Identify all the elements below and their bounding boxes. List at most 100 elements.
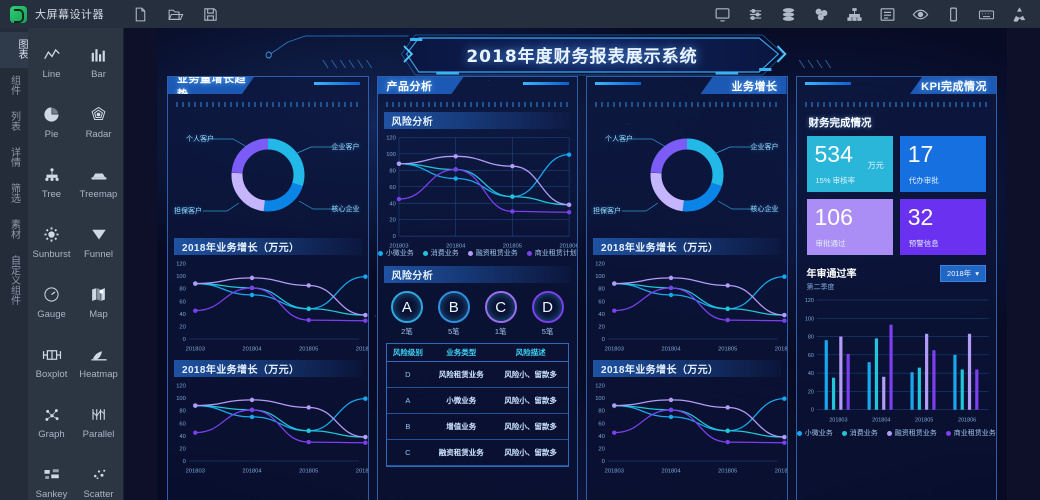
legend-label: 商业租赁计划 [534,250,577,257]
header-accent [595,82,641,85]
legend-item-3[interactable]: 商业租赁计划 [526,248,577,258]
risk-circle-b[interactable]: B 5笔 [437,291,470,337]
recycle-icon[interactable] [1011,6,1028,23]
keyboard-icon[interactable] [978,6,995,23]
kpi-card-1[interactable]: 17 代办审批 [899,136,986,192]
sliders-icon[interactable] [747,6,764,23]
table-cell: 风险小、留款多 [493,439,568,466]
toolbar-right-icons [714,6,1040,23]
palette-item-treemap[interactable]: Treemap [75,152,122,212]
legend-item-2[interactable]: 融资租赁业务 [467,248,518,258]
sidebar-tab-0[interactable]: 图表 [0,32,28,68]
line-chart-svg: 0 20 40 60 80 100 120 201803 201804 201805 201806 [176,383,368,475]
pass-rate-title: 年审通过率 [806,269,857,280]
svg-text:120: 120 [595,261,605,267]
table-cell: 风险小、留款多 [493,387,568,414]
svg-text:20: 20 [179,446,185,452]
line-chart-svg: 0 20 40 60 80 100 120 201803 201804 201805 201806 [595,261,787,353]
palette-item-graph[interactable]: Graph [28,392,75,452]
risk-circle-caption: 5笔 [541,327,554,336]
risk-circle-a[interactable]: A 2笔 [390,291,423,337]
legend-item-0[interactable]: 小微业务 [796,428,833,438]
table-header-cell: 业务类型 [429,344,494,362]
risk-circle-letter: C [484,291,517,323]
palette-item-boxplot[interactable]: Boxplot [28,332,75,392]
risk-circle-c[interactable]: C 1笔 [484,291,517,337]
dashboard-banner: 2018年度财务报表展示系统 [157,32,1007,76]
legend-label: 消费业务 [430,250,459,257]
kpi-card-2[interactable]: 106 审批通过 [806,199,893,255]
svg-text:201804: 201804 [661,469,681,475]
palette-item-parallel[interactable]: Parallel [75,392,122,452]
table-row[interactable]: D 风险租赁业务 风险小、留款多 [386,361,568,388]
table-row[interactable]: B 增值业务 风险小、留款多 [386,413,568,440]
save-disk-icon[interactable] [202,6,219,23]
treemap-icon [90,165,108,185]
components-icon[interactable] [813,6,830,23]
svg-text:0: 0 [810,408,813,414]
svg-text:201803: 201803 [186,347,205,353]
chart-title-growth-4: 2018年业务增长（万元） [593,360,781,377]
sidebar-tab-6[interactable]: 自定义组件 [8,248,21,314]
legend-item-0[interactable]: 小微业务 [377,248,414,258]
legend-item-1[interactable]: 消费业务 [422,248,459,258]
svg-text:201806: 201806 [775,469,787,475]
svg-text:201803: 201803 [186,469,205,475]
svg-text:100: 100 [176,396,186,402]
palette-item-funnel[interactable]: Funnel [75,212,122,272]
risk-circle-d[interactable]: D 5笔 [531,291,564,337]
list-icon[interactable] [879,6,896,23]
open-folder-icon[interactable] [167,6,184,23]
kpi-value: 17 [907,141,934,167]
app-root: 大屏幕设计器 图表 组件 列表 详情 筛选 素材 自定义组件 Line Bar Pie Radar… [0,0,1040,500]
palette-item-scatter[interactable]: Scatter [75,452,122,500]
app-logo-icon [10,5,27,23]
palette-item-line[interactable]: Line [28,32,75,92]
legend-item-3[interactable]: 商业租赁业务 [945,428,996,438]
palette-item-tree[interactable]: Tree [28,152,75,212]
palette-item-map[interactable]: Map [75,272,122,332]
chart-title-risk-line: 风险分析 [383,112,571,129]
table-row[interactable]: A 小微业务 风险小、留款多 [386,387,568,414]
year-select[interactable]: 2018年 ▾ [940,265,986,282]
panels-row: 业务量增长趋势 个人客户 企业客户 核心企业 担保客户 2018年业务增长（万元… [167,76,997,500]
top-toolbar: 大屏幕设计器 [0,0,1040,28]
palette-item-bar[interactable]: Bar [75,32,122,92]
palette-item-radar[interactable]: Radar [75,92,122,152]
risk-circle-caption: 1笔 [494,327,507,336]
sidebar-tab-4[interactable]: 筛选 [8,176,21,212]
bar-chart-icon [90,45,108,65]
svg-text:201806: 201806 [356,469,368,475]
kpi-card-3[interactable]: 32 预警信息 [899,199,986,255]
svg-text:201805: 201805 [299,469,318,475]
monitor-icon[interactable] [714,6,731,23]
palette-item-sankey[interactable]: Sankey [28,452,75,500]
svg-text:201805: 201805 [299,347,318,353]
legend-item-1[interactable]: 消费业务 [841,428,878,438]
tree-chart-icon [43,165,61,185]
table-row[interactable]: C 融资租赁业务 风险小、留款多 [386,439,568,466]
header-accent [313,82,360,85]
new-file-icon[interactable] [132,6,149,23]
mobile-icon[interactable] [945,6,962,23]
sidebar-tab-1[interactable]: 组件 [8,68,21,104]
kpi-caption: 预警信息 [908,239,939,248]
palette-item-gauge[interactable]: Gauge [28,272,75,332]
kpi-value: 106 [814,204,853,230]
palette-item-heatmap[interactable]: Heatmap [75,332,122,392]
kpi-card-0[interactable]: 534 万元 15% 审核率 [806,136,893,192]
line-chart-svg: 0 20 40 60 80 100 120 201803 201804 201805 201806 [176,261,368,353]
palette-item-pie[interactable]: Pie [28,92,75,152]
svg-text:20: 20 [598,324,604,330]
preview-eye-icon[interactable] [912,6,929,23]
svg-text:40: 40 [598,312,604,318]
sidebar-tab-2[interactable]: 列表 [8,104,21,140]
sidebar-tab-3[interactable]: 详情 [8,140,21,176]
legend-item-2[interactable]: 融资租赁业务 [886,428,937,438]
sidebar-tab-5[interactable]: 素材 [8,212,21,248]
legend-swatch [467,250,473,256]
design-canvas[interactable]: 2018年度财务报表展示系统 业务量增长趋势 个人客户 企业客户 核心企业 担保… [123,28,1040,500]
hierarchy-icon[interactable] [846,6,863,23]
database-icon[interactable] [780,6,797,23]
palette-item-sunburst[interactable]: Sunburst [28,212,75,272]
